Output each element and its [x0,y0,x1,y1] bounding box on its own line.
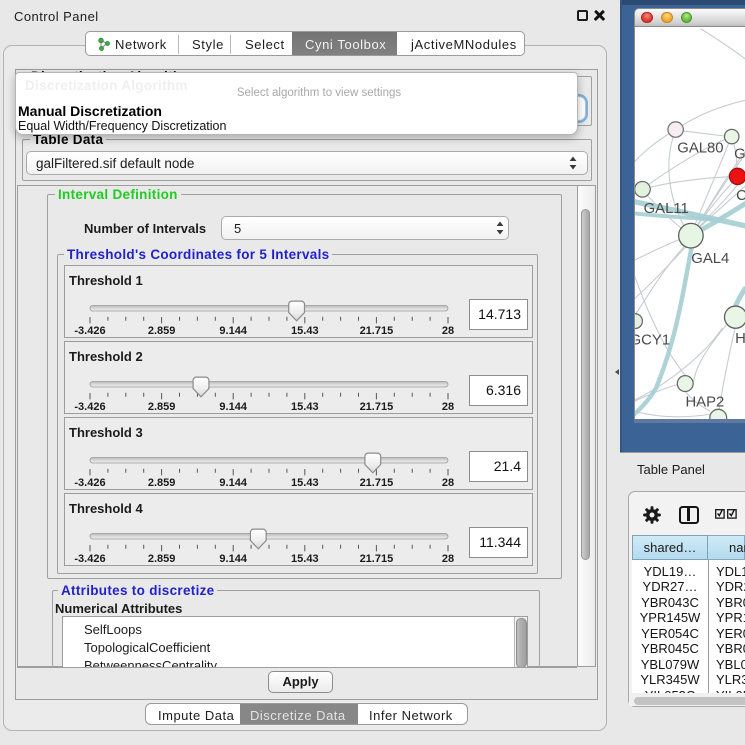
svg-text:21.715: 21.715 [360,325,394,337]
svg-text:21.715: 21.715 [360,401,394,413]
svg-text:28: 28 [442,553,454,565]
svg-text:GAL80: GAL80 [677,141,723,157]
svg-text:GAL4: GAL4 [691,251,729,267]
svg-text:28: 28 [442,401,454,413]
svg-text:G.: G. [734,147,745,163]
svg-text:2.859: 2.859 [148,477,176,489]
svg-text:C: C [736,188,745,204]
svg-text:15.43: 15.43 [291,401,319,413]
svg-text:9.144: 9.144 [219,325,247,337]
svg-text:28: 28 [442,477,454,489]
svg-text:HAP2: HAP2 [685,394,724,410]
svg-text:28: 28 [442,325,454,337]
svg-text:2.859: 2.859 [148,553,176,565]
svg-text:-3.426: -3.426 [74,553,105,565]
svg-text:GAL11: GAL11 [644,201,689,217]
svg-text:9.144: 9.144 [219,401,247,413]
svg-text:H: H [735,331,745,347]
svg-text:9.144: 9.144 [219,477,247,489]
svg-text:2.859: 2.859 [148,325,176,337]
svg-text:2.859: 2.859 [148,401,176,413]
svg-text:GCY1: GCY1 [634,332,670,348]
svg-text:15.43: 15.43 [291,325,319,337]
svg-text:9.144: 9.144 [219,553,247,565]
svg-text:-3.426: -3.426 [74,325,105,337]
svg-text:21.715: 21.715 [360,553,394,565]
svg-text:15.43: 15.43 [291,553,319,565]
svg-text:-3.426: -3.426 [74,477,105,489]
svg-text:-3.426: -3.426 [74,401,105,413]
svg-text:15.43: 15.43 [291,477,319,489]
svg-text:21.715: 21.715 [360,477,394,489]
